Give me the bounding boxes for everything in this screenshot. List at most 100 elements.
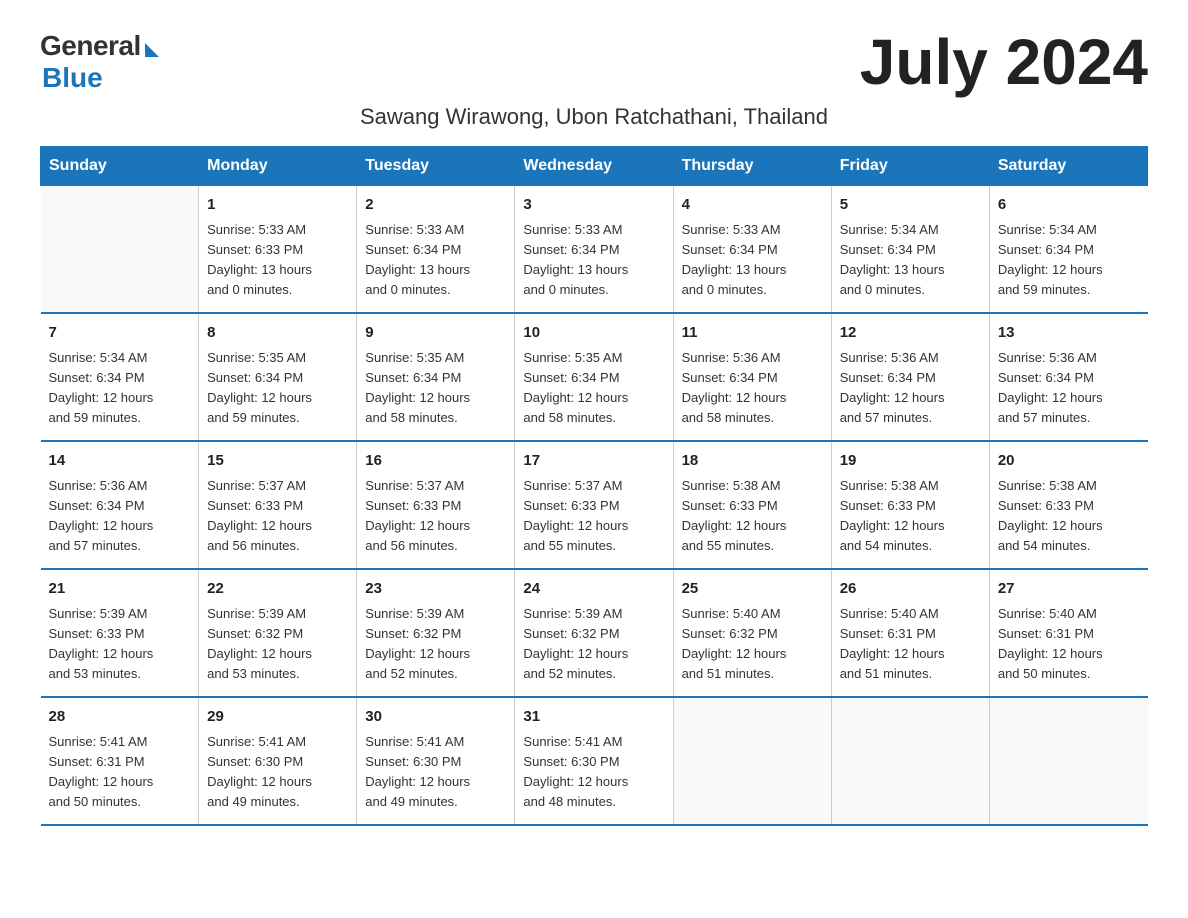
- day-info: Sunrise: 5:38 AMSunset: 6:33 PMDaylight:…: [998, 476, 1140, 557]
- logo-arrow-icon: [145, 43, 159, 57]
- day-info: Sunrise: 5:35 AMSunset: 6:34 PMDaylight:…: [207, 348, 348, 429]
- day-info: Sunrise: 5:39 AMSunset: 6:32 PMDaylight:…: [365, 604, 506, 685]
- day-info: Sunrise: 5:33 AMSunset: 6:34 PMDaylight:…: [682, 220, 823, 301]
- day-info: Sunrise: 5:37 AMSunset: 6:33 PMDaylight:…: [523, 476, 664, 557]
- day-number: 13: [998, 322, 1140, 345]
- logo-general-text: General: [40, 30, 141, 62]
- day-number: 27: [998, 578, 1140, 601]
- day-info: Sunrise: 5:41 AMSunset: 6:31 PMDaylight:…: [49, 732, 191, 813]
- calendar-cell: 27 Sunrise: 5:40 AMSunset: 6:31 PMDayligh…: [989, 569, 1147, 697]
- calendar-cell: 19Sunrise: 5:38 AMSunset: 6:33 PMDayligh…: [831, 441, 989, 569]
- calendar-week-row: 7 Sunrise: 5:34 AMSunset: 6:34 PMDaylight…: [41, 313, 1148, 441]
- calendar-cell: 10 Sunrise: 5:35 AMSunset: 6:34 PMDayligh…: [515, 313, 673, 441]
- day-info: Sunrise: 5:36 AMSunset: 6:34 PMDaylight:…: [998, 348, 1140, 429]
- calendar-week-row: 21 Sunrise: 5:39 AMSunset: 6:33 PMDayligh…: [41, 569, 1148, 697]
- calendar-cell: 20 Sunrise: 5:38 AMSunset: 6:33 PMDayligh…: [989, 441, 1147, 569]
- calendar-header-tuesday: Tuesday: [357, 147, 515, 186]
- day-number: 25: [682, 578, 823, 601]
- calendar-cell: 7 Sunrise: 5:34 AMSunset: 6:34 PMDaylight…: [41, 313, 199, 441]
- day-info: Sunrise: 5:39 AMSunset: 6:32 PMDaylight:…: [523, 604, 664, 685]
- month-title: July 2024: [860, 30, 1148, 94]
- day-number: 10: [523, 322, 664, 345]
- calendar-cell: 17 Sunrise: 5:37 AMSunset: 6:33 PMDayligh…: [515, 441, 673, 569]
- calendar-cell: 26 Sunrise: 5:40 AMSunset: 6:31 PMDayligh…: [831, 569, 989, 697]
- day-info: Sunrise: 5:40 AMSunset: 6:31 PMDaylight:…: [998, 604, 1140, 685]
- calendar-cell: 8 Sunrise: 5:35 AMSunset: 6:34 PMDaylight…: [199, 313, 357, 441]
- day-number: 8: [207, 322, 348, 345]
- calendar-week-row: 1 Sunrise: 5:33 AMSunset: 6:33 PMDaylight…: [41, 186, 1148, 314]
- calendar-cell: [989, 697, 1147, 825]
- day-number: 15: [207, 450, 348, 473]
- day-number: 23: [365, 578, 506, 601]
- day-info: Sunrise: 5:37 AMSunset: 6:33 PMDaylight:…: [365, 476, 506, 557]
- day-number: 28: [49, 706, 191, 729]
- day-number: 18: [682, 450, 823, 473]
- day-info: Sunrise: 5:34 AMSunset: 6:34 PMDaylight:…: [998, 220, 1140, 301]
- day-number: 20: [998, 450, 1140, 473]
- calendar-cell: 4 Sunrise: 5:33 AMSunset: 6:34 PMDaylight…: [673, 186, 831, 314]
- calendar-header-friday: Friday: [831, 147, 989, 186]
- logo: General Blue: [40, 30, 159, 94]
- calendar-cell: 18Sunrise: 5:38 AMSunset: 6:33 PMDayligh…: [673, 441, 831, 569]
- day-number: 7: [49, 322, 191, 345]
- day-number: 11: [682, 322, 823, 345]
- day-info: Sunrise: 5:35 AMSunset: 6:34 PMDaylight:…: [523, 348, 664, 429]
- day-info: Sunrise: 5:40 AMSunset: 6:32 PMDaylight:…: [682, 604, 823, 685]
- calendar-header-row: SundayMondayTuesdayWednesdayThursdayFrid…: [41, 147, 1148, 186]
- day-info: Sunrise: 5:33 AMSunset: 6:33 PMDaylight:…: [207, 220, 348, 301]
- day-info: Sunrise: 5:39 AMSunset: 6:33 PMDaylight:…: [49, 604, 191, 685]
- day-number: 26: [840, 578, 981, 601]
- day-info: Sunrise: 5:34 AMSunset: 6:34 PMDaylight:…: [840, 220, 981, 301]
- calendar-cell: [673, 697, 831, 825]
- calendar-cell: 1 Sunrise: 5:33 AMSunset: 6:33 PMDaylight…: [199, 186, 357, 314]
- day-info: Sunrise: 5:33 AMSunset: 6:34 PMDaylight:…: [365, 220, 506, 301]
- day-info: Sunrise: 5:33 AMSunset: 6:34 PMDaylight:…: [523, 220, 664, 301]
- day-info: Sunrise: 5:36 AMSunset: 6:34 PMDaylight:…: [840, 348, 981, 429]
- day-number: 4: [682, 194, 823, 217]
- calendar-week-row: 28 Sunrise: 5:41 AMSunset: 6:31 PMDayligh…: [41, 697, 1148, 825]
- day-number: 6: [998, 194, 1140, 217]
- day-number: 16: [365, 450, 506, 473]
- calendar-header-thursday: Thursday: [673, 147, 831, 186]
- calendar-cell: 23 Sunrise: 5:39 AMSunset: 6:32 PMDayligh…: [357, 569, 515, 697]
- calendar-cell: 21 Sunrise: 5:39 AMSunset: 6:33 PMDayligh…: [41, 569, 199, 697]
- day-info: Sunrise: 5:40 AMSunset: 6:31 PMDaylight:…: [840, 604, 981, 685]
- day-info: Sunrise: 5:35 AMSunset: 6:34 PMDaylight:…: [365, 348, 506, 429]
- day-info: Sunrise: 5:37 AMSunset: 6:33 PMDaylight:…: [207, 476, 348, 557]
- calendar-cell: [41, 186, 199, 314]
- day-number: 30: [365, 706, 506, 729]
- calendar-cell: 16 Sunrise: 5:37 AMSunset: 6:33 PMDayligh…: [357, 441, 515, 569]
- calendar-cell: [831, 697, 989, 825]
- calendar-cell: 5 Sunrise: 5:34 AMSunset: 6:34 PMDaylight…: [831, 186, 989, 314]
- day-info: Sunrise: 5:41 AMSunset: 6:30 PMDaylight:…: [365, 732, 506, 813]
- day-number: 21: [49, 578, 191, 601]
- calendar-cell: 24Sunrise: 5:39 AMSunset: 6:32 PMDayligh…: [515, 569, 673, 697]
- day-info: Sunrise: 5:41 AMSunset: 6:30 PMDaylight:…: [523, 732, 664, 813]
- calendar-cell: 13 Sunrise: 5:36 AMSunset: 6:34 PMDayligh…: [989, 313, 1147, 441]
- calendar-cell: 29 Sunrise: 5:41 AMSunset: 6:30 PMDayligh…: [199, 697, 357, 825]
- day-number: 1: [207, 194, 348, 217]
- calendar-header-saturday: Saturday: [989, 147, 1147, 186]
- day-number: 3: [523, 194, 664, 217]
- day-info: Sunrise: 5:41 AMSunset: 6:30 PMDaylight:…: [207, 732, 348, 813]
- day-number: 5: [840, 194, 981, 217]
- calendar-header-monday: Monday: [199, 147, 357, 186]
- calendar-cell: 30 Sunrise: 5:41 AMSunset: 6:30 PMDayligh…: [357, 697, 515, 825]
- day-number: 22: [207, 578, 348, 601]
- calendar-cell: 15 Sunrise: 5:37 AMSunset: 6:33 PMDayligh…: [199, 441, 357, 569]
- day-info: Sunrise: 5:34 AMSunset: 6:34 PMDaylight:…: [49, 348, 191, 429]
- day-number: 17: [523, 450, 664, 473]
- calendar-cell: 25 Sunrise: 5:40 AMSunset: 6:32 PMDayligh…: [673, 569, 831, 697]
- calendar-table: SundayMondayTuesdayWednesdayThursdayFrid…: [40, 146, 1148, 826]
- day-number: 29: [207, 706, 348, 729]
- page-header: General Blue July 2024: [40, 30, 1148, 94]
- day-number: 19: [840, 450, 981, 473]
- day-number: 2: [365, 194, 506, 217]
- day-number: 31: [523, 706, 664, 729]
- calendar-cell: 6 Sunrise: 5:34 AMSunset: 6:34 PMDaylight…: [989, 186, 1147, 314]
- calendar-cell: 9Sunrise: 5:35 AMSunset: 6:34 PMDaylight…: [357, 313, 515, 441]
- calendar-cell: 12Sunrise: 5:36 AMSunset: 6:34 PMDayligh…: [831, 313, 989, 441]
- logo-blue-text: Blue: [42, 62, 103, 94]
- calendar-cell: 31 Sunrise: 5:41 AMSunset: 6:30 PMDayligh…: [515, 697, 673, 825]
- calendar-header-wednesday: Wednesday: [515, 147, 673, 186]
